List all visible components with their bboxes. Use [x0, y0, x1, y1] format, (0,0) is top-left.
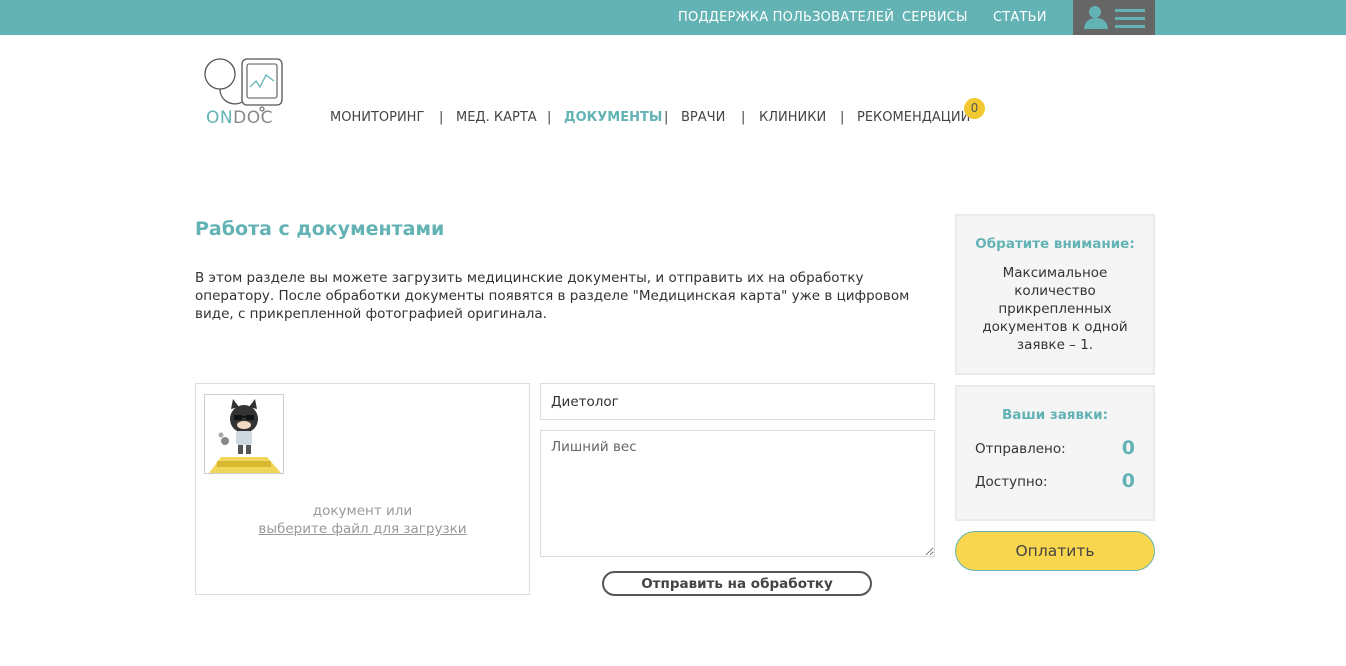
upload-dropzone[interactable]: документ или выберите файл для загрузки: [195, 383, 530, 595]
nav-item-recommendations[interactable]: РЕКОМЕНДАЦИИ: [857, 110, 970, 125]
nav-item-doctors[interactable]: ВРАЧИ: [681, 110, 725, 125]
upload-hint: документ или выберите файл для загрузки: [196, 502, 529, 538]
logo-stethoscope-monitor-icon: [204, 58, 283, 112]
nav-separator: |: [547, 110, 552, 125]
nav-item-documents[interactable]: ДОКУМЕНТЫ: [564, 110, 662, 125]
available-label: Доступно:: [975, 474, 1048, 490]
nav-item-monitoring[interactable]: МОНИТОРИНГ: [330, 110, 424, 125]
intro-text: В этом разделе вы можете загрузить медиц…: [195, 270, 910, 322]
top-link-support[interactable]: ПОДДЕРЖКА ПОЛЬЗОВАТЕЛЕЙ: [678, 10, 894, 25]
top-bar: ПОДДЕРЖКА ПОЛЬЗОВАТЕЛЕЙ СЕРВИСЫ СТАТЬИ: [0, 0, 1346, 35]
nav-separator: |: [840, 110, 845, 125]
sent-label: Отправлено:: [975, 441, 1066, 457]
top-link-services[interactable]: СЕРВИСЫ: [902, 10, 968, 25]
orders-title: Ваши заявки:: [1001, 407, 1109, 423]
submit-for-processing-button[interactable]: Отправить на обработку: [602, 571, 872, 596]
orders-panel: Ваши заявки: Отправлено: 0 Доступно: 0: [955, 385, 1155, 521]
notice-panel: Обратите внимание: Максимальное количест…: [955, 214, 1155, 375]
main-nav: МОНИТОРИНГ | МЕД. КАРТА | ДОКУМЕНТЫ | ВР…: [0, 110, 1346, 130]
cartoon-cat-image: [209, 399, 281, 473]
user-menu-button[interactable]: [1073, 0, 1155, 35]
pay-button[interactable]: Оплатить: [955, 531, 1155, 571]
nav-separator: |: [741, 110, 746, 125]
specialist-input[interactable]: [540, 383, 935, 420]
nav-separator: |: [664, 110, 669, 125]
description-textarea[interactable]: Лишний вес: [540, 430, 935, 557]
nav-item-clinics[interactable]: КЛИНИКИ: [759, 110, 826, 125]
uploaded-document-thumbnail[interactable]: [204, 394, 284, 474]
recommendations-count-badge: 0: [964, 98, 985, 119]
top-link-articles[interactable]: СТАТЬИ: [993, 10, 1047, 25]
upload-hint-text: документ или: [312, 503, 413, 519]
choose-file-link[interactable]: выберите файл для загрузки: [196, 520, 529, 538]
notice-text: Максимальное количество прикрепленных до…: [982, 265, 1128, 353]
page-title: Работа с документами: [195, 218, 445, 240]
hamburger-menu-icon: [1115, 9, 1145, 33]
nav-item-med-card[interactable]: МЕД. КАРТА: [456, 110, 537, 125]
nav-separator: |: [439, 110, 444, 125]
notice-title: Обратите внимание:: [975, 236, 1135, 252]
available-count: 0: [1121, 470, 1135, 492]
sent-count: 0: [1121, 437, 1135, 459]
